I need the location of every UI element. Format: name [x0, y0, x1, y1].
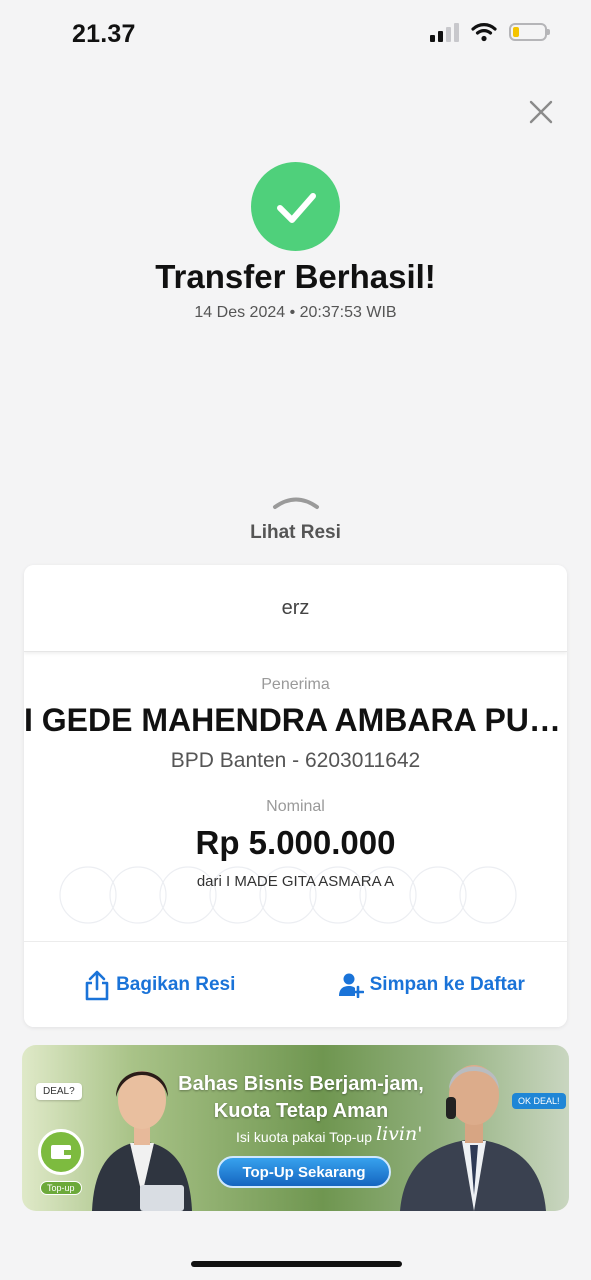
transfer-note: erz	[24, 565, 567, 652]
transaction-datetime: 14 Des 2024 • 20:37:53 WIB	[194, 304, 397, 321]
promo-headline-line2: Kuota Tetap Aman	[213, 1100, 389, 1122]
ok-deal-bubble: OK DEAL!	[512, 1093, 566, 1109]
promo-subtext: Isi kuota pakai Top-up	[236, 1129, 372, 1145]
save-to-list-label: Simpan ke Daftar	[369, 974, 525, 995]
chevron-up-icon[interactable]	[271, 494, 321, 510]
recipient-name: I GEDE MAHENDRA AMBARA PUT...	[24, 702, 567, 738]
status-time: 21.37	[72, 20, 136, 48]
topup-badge-label: Top-up	[40, 1181, 82, 1195]
promo-headline: Bahas Bisnis Berjam-jam, Kuota Tetap Ama…	[158, 1071, 444, 1125]
battery-icon	[509, 23, 550, 41]
status-bar: 21.37	[0, 0, 591, 66]
wallet-icon	[51, 1145, 71, 1159]
share-icon	[85, 970, 109, 1001]
receipt-actions: Bagikan Resi Simpan ke Daftar	[24, 941, 567, 1027]
status-icons	[430, 22, 550, 42]
amount-label: Nominal	[266, 798, 325, 815]
livin-logo: livin'	[376, 1123, 423, 1145]
home-indicator[interactable]	[191, 1261, 402, 1267]
recipient-bank-account: BPD Banten - 6203011642	[170, 749, 421, 772]
deal-bubble: DEAL?	[36, 1083, 82, 1100]
signal-icon	[430, 22, 459, 42]
success-badge	[251, 162, 340, 251]
view-receipt-toggle[interactable]: Lihat Resi	[0, 522, 591, 544]
wifi-icon	[471, 23, 497, 42]
businesswoman-illustration	[92, 1071, 192, 1211]
close-button[interactable]	[526, 97, 556, 127]
share-receipt-label: Bagikan Resi	[116, 974, 236, 995]
transfer-amount: Rp 5.000.000	[195, 824, 396, 861]
topup-now-button[interactable]: Top-Up Sekarang	[217, 1156, 391, 1188]
topup-badge	[38, 1129, 84, 1175]
recipient-label: Penerima	[261, 676, 330, 693]
battery-level	[513, 27, 519, 37]
promo-banner[interactable]: DEAL? OK DEAL! Top-up Bahas Bisnis Berja…	[22, 1045, 569, 1211]
receipt-card: erz Penerima I GEDE MAHENDRA AMBARA PUT.…	[24, 565, 567, 1027]
sender-name: dari I MADE GITA ASMARA A	[196, 873, 395, 890]
share-receipt-button[interactable]: Bagikan Resi	[24, 969, 296, 1001]
close-icon	[529, 100, 553, 124]
add-user-icon	[338, 973, 364, 998]
decorative-pattern	[59, 866, 517, 924]
page-title: Transfer Berhasil!	[155, 258, 436, 295]
promo-headline-line1: Bahas Bisnis Berjam-jam,	[178, 1073, 424, 1095]
save-to-list-button[interactable]: Simpan ke Daftar	[296, 972, 568, 998]
check-circle-icon	[276, 192, 316, 223]
